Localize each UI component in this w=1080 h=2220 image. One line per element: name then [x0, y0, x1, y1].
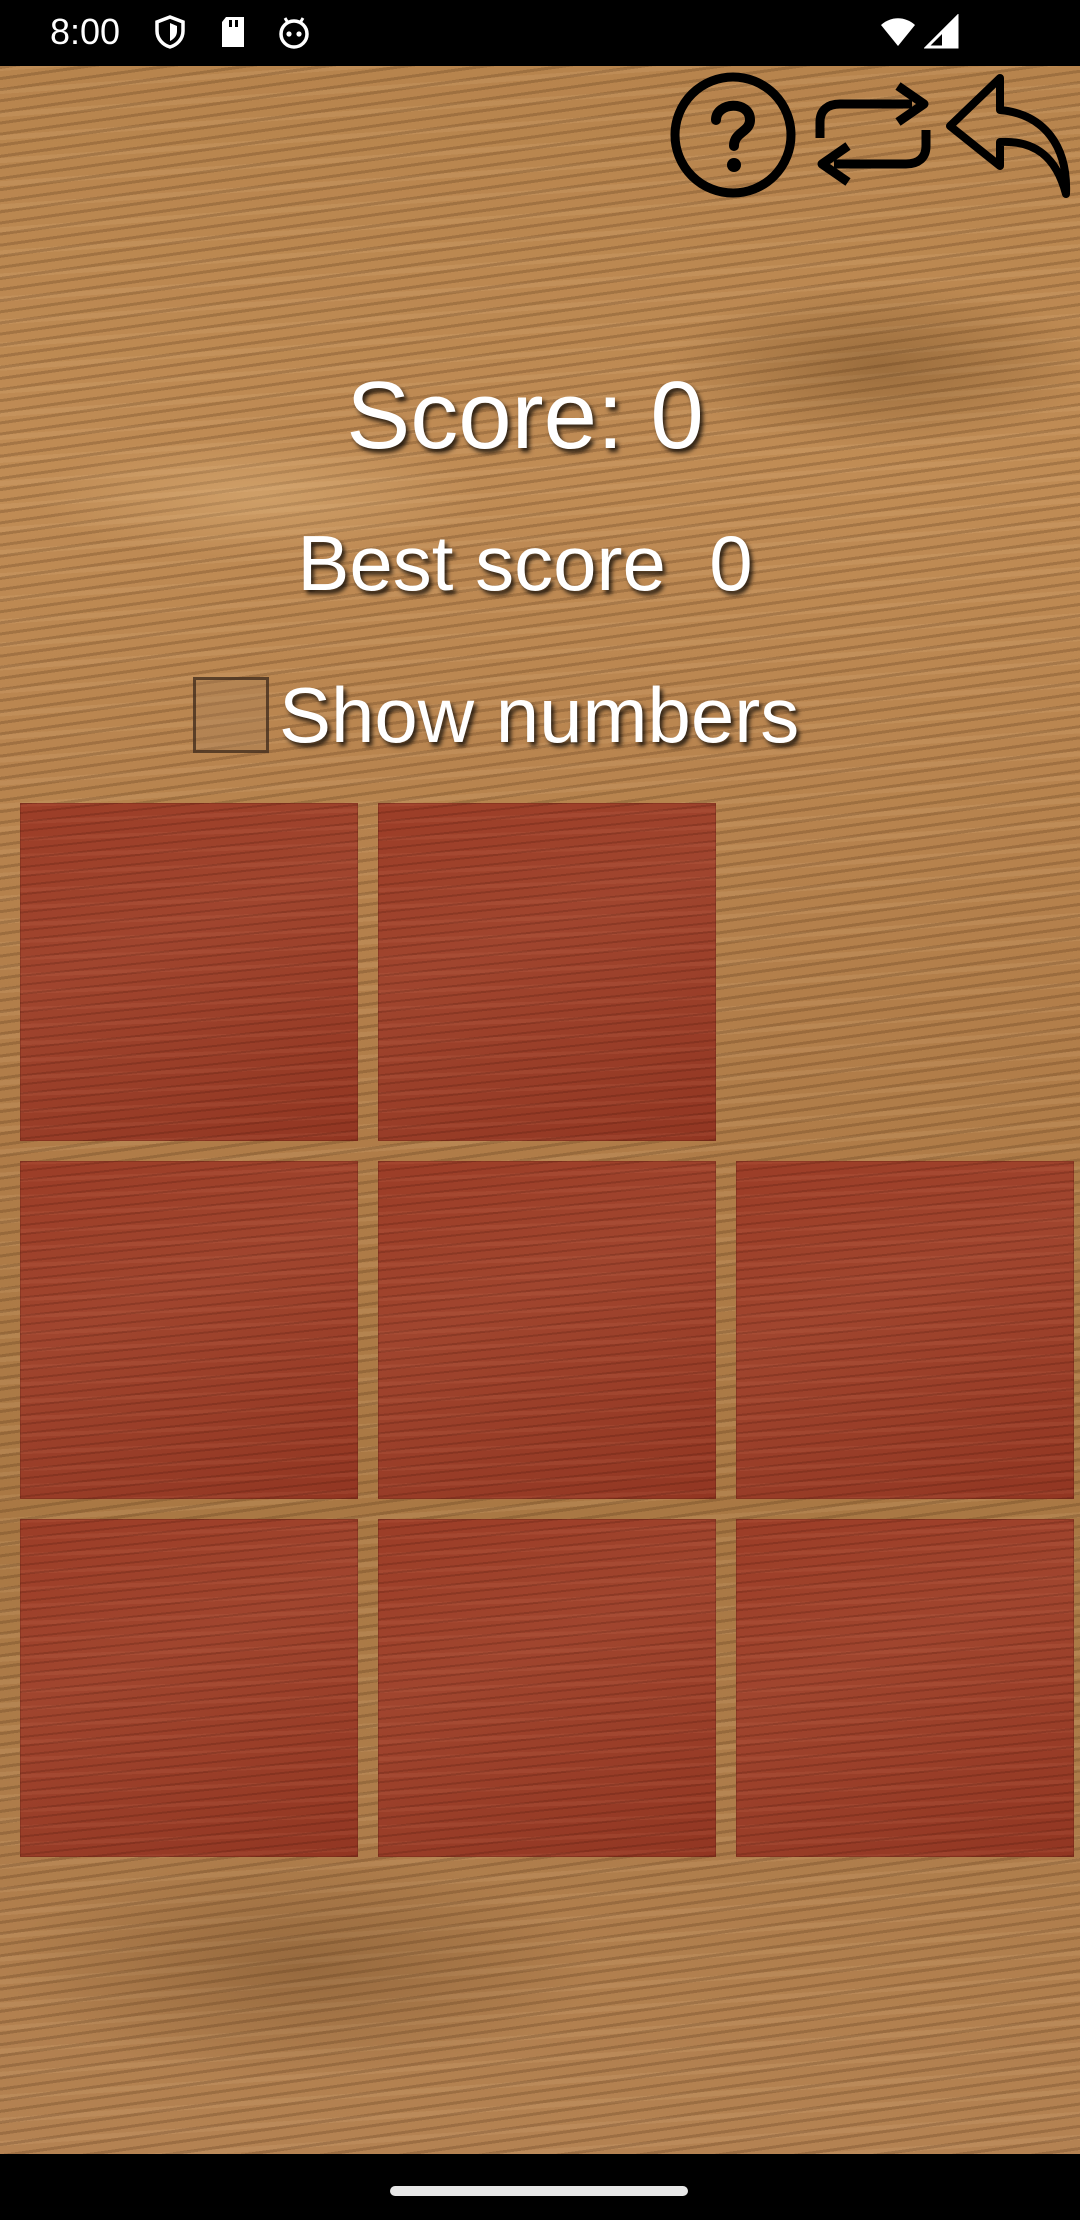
- status-bar: 8:00: [0, 0, 1080, 66]
- help-button[interactable]: [668, 70, 798, 200]
- help-icon: [670, 72, 796, 198]
- puzzle-tile[interactable]: 6: [20, 1519, 358, 1857]
- screen: 8:00 Score: 0 Best score 0 Show numbers: [0, 0, 1080, 2220]
- game-area: 12345 678 Score: 0 Best score 0: [0, 66, 1080, 2154]
- wifi-icon: [880, 14, 916, 50]
- restart-button[interactable]: [808, 70, 938, 200]
- show-numbers-label: Show numbers: [279, 671, 800, 759]
- shield-icon: [152, 14, 188, 50]
- show-numbers-checkbox[interactable]: Show numbers: [193, 670, 799, 760]
- score-label: Score:: [346, 362, 624, 469]
- checkbox-box[interactable]: [193, 677, 269, 753]
- puzzle-tile[interactable]: 5: [736, 1161, 1074, 1499]
- puzzle-tile[interactable]: 3: [20, 1161, 358, 1499]
- signal-icon: [923, 13, 960, 50]
- best-score-display: Best score 0: [0, 518, 1050, 608]
- puzzle-tile[interactable]: 4: [378, 1161, 716, 1499]
- restart-icon: [815, 82, 931, 186]
- score-display: Score: 0: [0, 361, 1050, 471]
- undo-icon: [946, 74, 1071, 198]
- best-score-label: Best score: [297, 519, 666, 607]
- puzzle-tile[interactable]: 7: [378, 1519, 716, 1857]
- navigation-bar: [0, 2154, 1080, 2220]
- android-icon: [276, 14, 312, 50]
- sd-card-icon: [216, 14, 252, 50]
- status-time: 8:00: [50, 11, 121, 52]
- puzzle-tile[interactable]: 2: [378, 803, 716, 1141]
- puzzle-tile[interactable]: 1: [20, 803, 358, 1141]
- home-indicator[interactable]: [390, 2186, 688, 2196]
- score-value: 0: [650, 362, 704, 469]
- best-score-value: 0: [709, 519, 753, 607]
- puzzle-tile[interactable]: 8: [736, 1519, 1074, 1857]
- undo-button[interactable]: [942, 70, 1072, 200]
